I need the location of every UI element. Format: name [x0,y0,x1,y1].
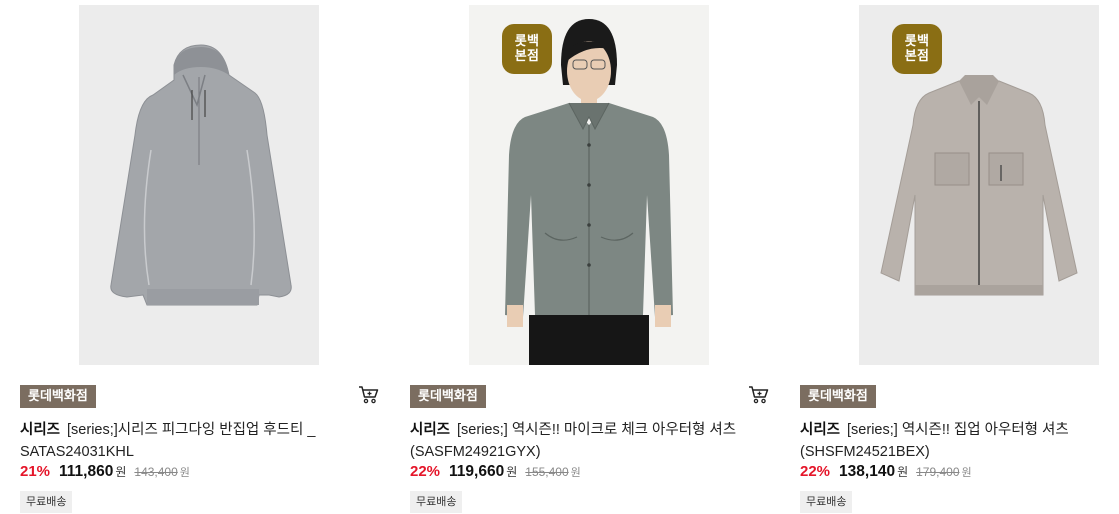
sale-price: 111,860 [59,463,114,480]
product-card[interactable]: 롯백 본점 롯데백화점 시리즈 [series;] 역시즌!! 마이크로 체크 아… [390,0,780,514]
free-shipping-badge: 무료배송 [20,491,73,513]
product-name: [series;] 역시즌!! 집업 아우터형 셔츠 (SHSFM24521BE… [800,422,1069,460]
sale-price: 119,660 [449,463,505,480]
original-price-unit: 원 [570,466,581,479]
price-unit: 원 [115,465,127,479]
discount-rate: 21% [20,463,51,480]
price-row: 21% 111,860 원 143,400 원 [20,463,190,481]
cart-icon[interactable] [358,385,380,405]
product-image[interactable]: 롯백 본점 [859,5,1099,365]
product-title[interactable]: 시리즈 [series;] 역시즌!! 마이크로 체크 아우터형 셔츠 (SASF… [410,419,755,463]
product-card[interactable]: 롯백 본점 롯데백화점 시리즈 [series;] 역시즌!! 집업 아우터형 셔… [780,0,1119,514]
product-card[interactable]: 롯데백화점 시리즈 [series;]시리즈 피그다잉 반집업 후드티 _ SAT… [0,0,390,514]
seller-tag: 롯데백화점 [800,385,876,408]
brand-name: 시리즈 [800,422,841,438]
original-price-unit: 원 [179,466,190,479]
price-unit: 원 [897,465,909,479]
product-name: [series;] 역시즌!! 마이크로 체크 아우터형 셔츠 (SASFM24… [410,422,737,460]
seller-tag: 롯데백화점 [20,385,96,408]
free-shipping-badge: 무료배송 [800,491,853,513]
brand-name: 시리즈 [20,422,61,438]
product-name: [series;]시리즈 피그다잉 반집업 후드티 _ SATAS24031KH… [20,422,316,460]
store-badge: 롯백 본점 [502,24,552,74]
product-image[interactable] [79,5,319,365]
original-price: 179,400 [916,465,960,479]
price-unit: 원 [506,465,518,479]
free-shipping-badge: 무료배송 [410,491,463,513]
store-badge: 롯백 본점 [892,24,942,74]
sale-price: 138,140 [839,463,896,480]
cart-icon[interactable] [748,385,770,405]
original-price: 143,400 [134,465,178,479]
price-row: 22% 119,660 원 155,400 원 [410,463,581,481]
seller-tag: 롯데백화점 [410,385,486,408]
product-title[interactable]: 시리즈 [series;]시리즈 피그다잉 반집업 후드티 _ SATAS2403… [20,419,365,463]
product-title[interactable]: 시리즈 [series;] 역시즌!! 집업 아우터형 셔츠 (SHSFM2452… [800,419,1119,463]
product-image[interactable]: 롯백 본점 [469,5,709,365]
original-price: 155,400 [525,465,569,479]
brand-name: 시리즈 [410,422,451,438]
price-row: 22% 138,140 원 179,400 원 [800,463,972,481]
original-price-unit: 원 [961,466,972,479]
discount-rate: 22% [410,463,441,480]
hoodie-illustration [79,5,319,365]
discount-rate: 22% [800,463,831,480]
